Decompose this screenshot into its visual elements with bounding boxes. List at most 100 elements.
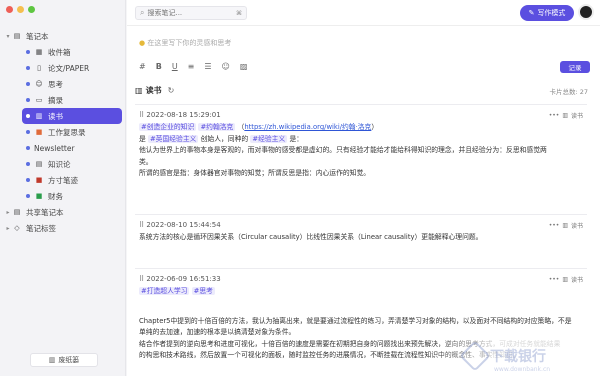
composer-placeholder-text: 在这里写下你的灵感和思考: [147, 39, 232, 47]
card-notebook[interactable]: ••• ▥ 读书: [549, 275, 583, 284]
tag[interactable]: #英国经验主义: [147, 134, 199, 143]
tag[interactable]: #打造超人学习: [139, 287, 190, 295]
emoji-icon[interactable]: ☺: [222, 62, 230, 71]
tag[interactable]: #思考: [191, 287, 215, 295]
tag[interactable]: #创造企业的知识: [139, 123, 197, 131]
watermark-subtext: www.downbank.cn: [494, 366, 551, 373]
bullet-dot: [26, 178, 30, 182]
more-icon[interactable]: •••: [549, 276, 560, 283]
bullet-list-icon[interactable]: ≡: [188, 62, 195, 71]
text-span: 是：: [289, 134, 304, 143]
sidebar-item-label: 共享笔记本: [26, 207, 64, 217]
sidebar-item-epistemology[interactable]: ▤ 知识论: [0, 156, 126, 172]
more-icon[interactable]: •••: [549, 222, 560, 229]
sidebar-item-label: 论文/PAPER: [48, 63, 90, 73]
document-icon: ▯: [37, 64, 41, 72]
card-body: #创造企业的知识 #约翰洛克 （https://zh.wikipedia.org…: [139, 122, 583, 180]
sidebar-item-label: 笔记本: [26, 31, 49, 41]
tag[interactable]: #约翰洛克: [198, 123, 236, 131]
image-icon[interactable]: ▨: [240, 62, 248, 71]
card-notebook[interactable]: ••• ▥ 读书: [549, 221, 583, 230]
hashtag-icon[interactable]: #: [139, 62, 146, 71]
composer-toolbar: # B U ≡ ☰ ☺ ▨: [139, 62, 247, 71]
section-title-text: 读书: [145, 86, 162, 95]
sidebar-item-notebooks[interactable]: ▾ ▤ 笔记本: [0, 28, 126, 44]
bullet-dot: [26, 50, 30, 54]
card-time-text: 2022-08-18 15:29:01: [146, 111, 221, 119]
sidebar-item-newsletter[interactable]: Newsletter: [0, 140, 126, 156]
card-meta: ⠿ 2022-06-09 16:51:33 ••• ▥ 读书: [139, 273, 583, 285]
underline-icon[interactable]: U: [172, 62, 178, 71]
card-notebook-label: 读书: [570, 112, 583, 120]
sidebar-item-label: 思考: [48, 79, 63, 89]
sidebar-item-label: 知识论: [48, 159, 71, 169]
sidebar-item-label: Newsletter: [34, 143, 75, 153]
card-time: ⠿ 2022-06-09 16:51:33: [139, 275, 221, 283]
note-card[interactable]: ⠿ 2022-08-18 15:29:01 ••• ▥ 读书 #创造企业的知识 #约…: [135, 104, 587, 184]
card-time: ⠿ 2022-08-18 15:29:01: [139, 111, 221, 119]
book-icon: ▥: [562, 275, 568, 283]
wiki-link[interactable]: https://zh.wikipedia.org/wiki/约翰·洛克: [244, 123, 371, 131]
tag[interactable]: #经验主义: [250, 134, 288, 143]
note-card[interactable]: ⠿ 2022-08-10 15:44:54 ••• ▥ 读书 系统方法的核心是循环因…: [135, 214, 587, 248]
sidebar-item-label: 摘录: [48, 95, 63, 105]
section-title: ▥ 读书 ↻: [135, 85, 174, 96]
window-controls: [6, 6, 35, 13]
sidebar-item-excerpt[interactable]: ▭ 摘录: [0, 92, 126, 108]
card-notebook-label: 读书: [570, 222, 583, 230]
card-meta: ⠿ 2022-08-10 15:44:54 ••• ▥ 读书: [139, 219, 583, 231]
avatar[interactable]: [578, 4, 594, 20]
sidebar-item-inbox[interactable]: ▦ 收件箱: [0, 44, 126, 60]
lightbulb-icon: ●: [139, 39, 146, 47]
watermark: 下载银行 www.downbank.cn: [459, 340, 584, 373]
book-icon: ▥: [562, 221, 568, 229]
more-icon[interactable]: •••: [549, 112, 560, 119]
trash-button[interactable]: ▥ 废纸篓: [30, 353, 98, 367]
search-box[interactable]: ⌕ ⌘: [135, 6, 247, 20]
text-span: 是: [139, 134, 146, 143]
composer[interactable]: ● 在这里写下你的灵感和思考 # B U ≡ ☰ ☺ ▨ 记录: [127, 30, 600, 78]
write-mode-label: 写作模式: [537, 9, 566, 17]
chevron-right-icon[interactable]: ▸: [4, 209, 12, 216]
chevron-down-icon[interactable]: ▾: [4, 33, 12, 40]
close-window-button[interactable]: [6, 6, 13, 13]
shortcut-icon: ⌘: [236, 9, 242, 17]
card-count-label: 卡片总数:: [549, 88, 578, 96]
sidebar-item-work-review[interactable]: ■ 工作复思录: [0, 124, 126, 140]
notebook-icon: ▤: [13, 32, 21, 40]
main-panel: ⌕ ⌘ ✎ 写作模式 ● 在这里写下你的灵感和思考 # B U ≡ ☰ ☺ ▨ …: [127, 0, 600, 376]
trash-icon: ▥: [48, 356, 56, 364]
sidebar-item-notes[interactable]: ■ 方寸笔迹: [0, 172, 126, 188]
text-span: 创始人，同种的: [200, 134, 249, 143]
bullet-dot: [26, 114, 30, 118]
sidebar-item-label: 方寸笔迹: [48, 175, 78, 185]
bold-icon[interactable]: B: [156, 62, 162, 71]
shared-icon: ▤: [13, 208, 21, 216]
bullet-dot: [26, 66, 30, 70]
card-meta: ⠿ 2022-08-18 15:29:01 ••• ▥ 读书: [139, 109, 583, 121]
refresh-icon[interactable]: ↻: [168, 86, 175, 95]
card-count-value: 27: [579, 88, 588, 96]
sidebar-item-tags[interactable]: ▸ ◇ 笔记标签: [0, 220, 126, 236]
ordered-list-icon[interactable]: ☰: [204, 62, 211, 71]
sidebar-item-paper[interactable]: ▯ 论文/PAPER: [0, 60, 126, 76]
sidebar-item-finance[interactable]: ■ 财务: [0, 188, 126, 204]
chevron-right-icon[interactable]: ▸: [4, 225, 12, 232]
money-icon: ■: [35, 192, 43, 200]
paragraph-line: 所谓的感官是指：身体器官对事物的知觉；所谓反思是指：内心运作的知觉。: [139, 169, 371, 177]
search-input[interactable]: [147, 9, 228, 17]
paragraph-line: 类。: [139, 157, 153, 166]
minimize-window-button[interactable]: [17, 6, 24, 13]
bookmark-icon: ■: [35, 176, 43, 184]
sidebar-item-reading[interactable]: ▥ 读书: [22, 108, 122, 124]
record-button[interactable]: 记录: [560, 61, 590, 73]
sidebar-item-thinking[interactable]: ☺ 思考: [0, 76, 126, 92]
zoom-window-button[interactable]: [28, 6, 35, 13]
card-notebook[interactable]: ••• ▥ 读书: [549, 111, 583, 120]
write-mode-button[interactable]: ✎ 写作模式: [520, 5, 574, 21]
tag-icon: ◇: [14, 224, 20, 232]
composer-placeholder[interactable]: ● 在这里写下你的灵感和思考: [139, 38, 231, 48]
notebook-tree: ▾ ▤ 笔记本 ▦ 收件箱 ▯ 论文/PAPER ☺ 思考 ▭ 摘录 ▥ 读书: [0, 26, 126, 236]
top-bar: ⌕ ⌘ ✎ 写作模式: [127, 0, 600, 26]
sidebar-item-shared[interactable]: ▸ ▤ 共享笔记本: [0, 204, 126, 220]
